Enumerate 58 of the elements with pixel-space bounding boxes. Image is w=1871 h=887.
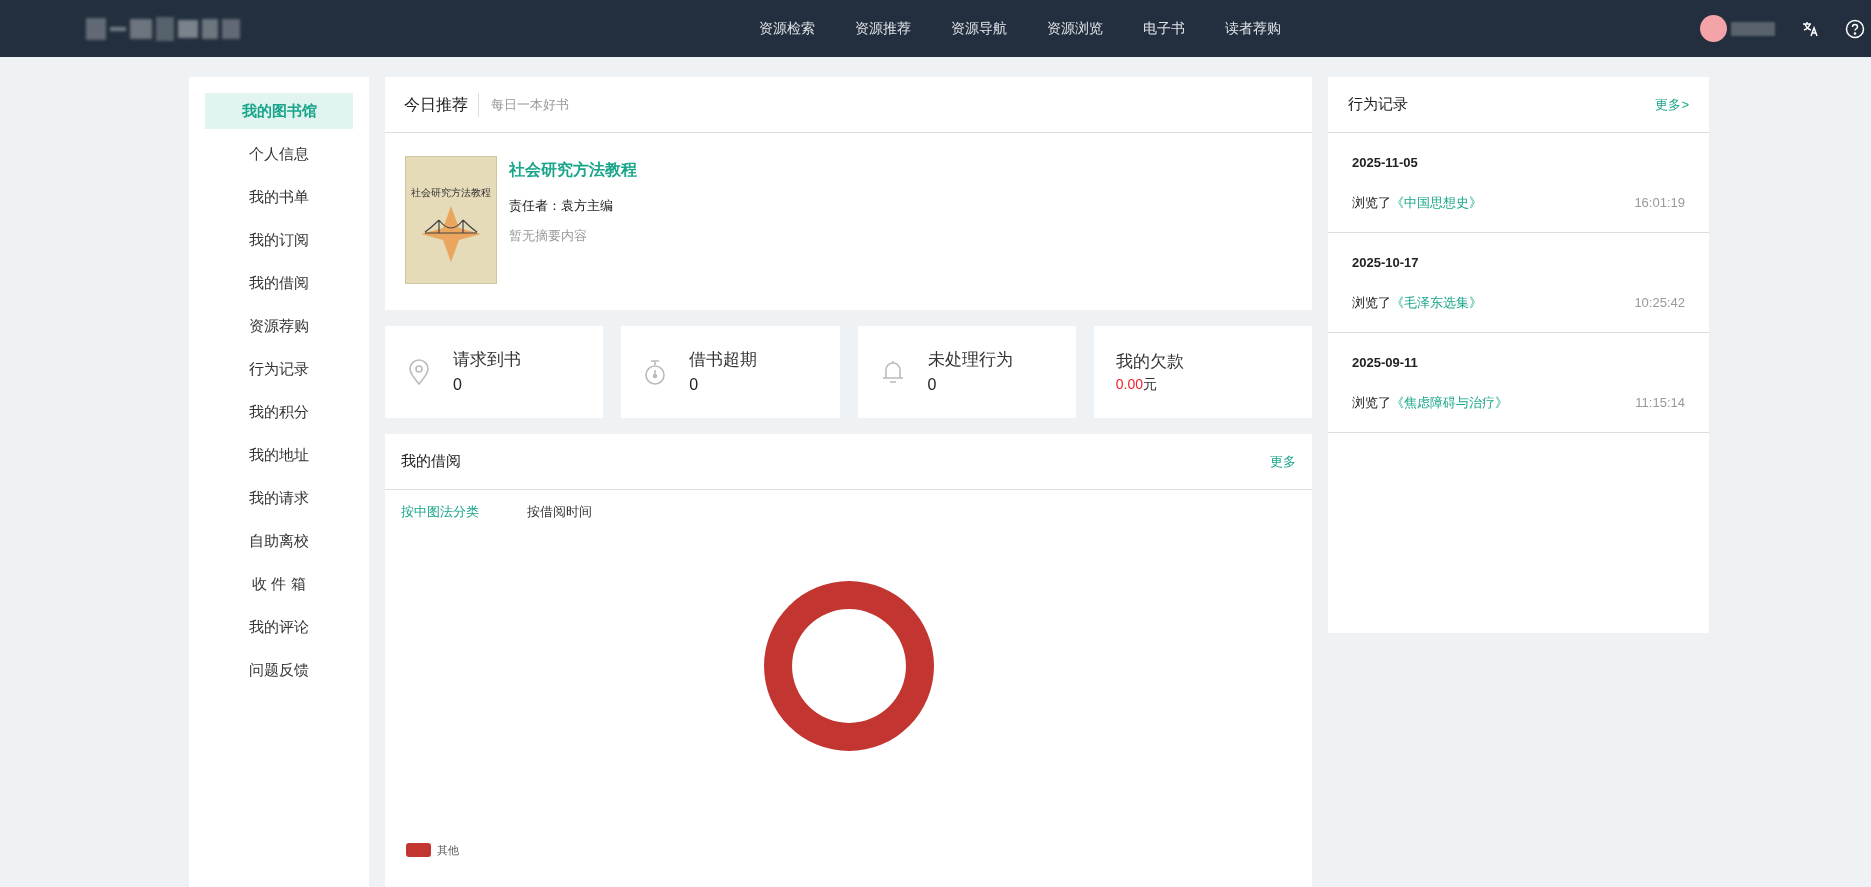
nav-link[interactable]: 资源检索 bbox=[759, 18, 815, 39]
record-date: 2025-09-11 bbox=[1352, 354, 1419, 372]
location-pin-icon bbox=[407, 358, 431, 386]
nav-link[interactable]: 资源浏览 bbox=[1047, 18, 1103, 39]
sidebar-item[interactable]: 自助离校 bbox=[205, 523, 353, 559]
stat-label: 未处理行为 bbox=[927, 349, 1013, 372]
sidebar-item[interactable]: 收 件 箱 bbox=[205, 566, 353, 602]
stat-card[interactable]: 借书超期 0 bbox=[621, 326, 840, 418]
legend-swatch[interactable] bbox=[406, 842, 431, 857]
stat-card[interactable]: 我的欠款 0.00元 bbox=[1093, 326, 1312, 418]
card-title: 行为记录 bbox=[1348, 94, 1408, 115]
nav-link[interactable]: 读者荐购 bbox=[1225, 18, 1281, 39]
record-entry: 浏览了《焦虑障碍与治疗》 bbox=[1352, 393, 1508, 412]
stopwatch-icon bbox=[643, 358, 668, 386]
nav-link[interactable]: 电子书 bbox=[1143, 18, 1185, 39]
username-icon bbox=[1731, 21, 1775, 36]
card-title: 我的借阅 bbox=[401, 451, 461, 472]
tab[interactable]: 按借阅时间 bbox=[527, 502, 592, 522]
sidebar-item[interactable]: 我的订阅 bbox=[205, 222, 353, 258]
stat-label: 借书超期 bbox=[689, 349, 758, 372]
sidebar-item[interactable]: 问题反馈 bbox=[205, 652, 353, 688]
cover-title: 社会研究方法教程 bbox=[411, 186, 491, 200]
stat-value: 0 bbox=[689, 374, 700, 395]
stat-label: 我的欠款 bbox=[1115, 350, 1184, 373]
card-title: 今日推荐 bbox=[404, 92, 479, 117]
record-time: 11:15:14 bbox=[1635, 393, 1685, 412]
sidebar-item[interactable]: 我的评论 bbox=[205, 609, 353, 645]
legend-label[interactable]: 其他 bbox=[437, 841, 459, 858]
nav-link[interactable]: 资源导航 bbox=[951, 18, 1007, 39]
avatar-icon[interactable] bbox=[1700, 15, 1727, 42]
record-time: 10:25:42 bbox=[1634, 293, 1685, 312]
sidebar-item[interactable]: 我的书单 bbox=[205, 179, 353, 215]
book-author: 责任者：袁方主编 bbox=[509, 197, 614, 215]
sidebar-item[interactable]: 我的积分 bbox=[205, 394, 353, 430]
book-summary: 暂无摘要内容 bbox=[509, 226, 588, 245]
stat-value: 0 bbox=[453, 374, 463, 395]
sidebar-item[interactable]: 我的借阅 bbox=[205, 265, 353, 301]
book-cover[interactable]: 社会研究方法教程 bbox=[405, 156, 497, 284]
sidebar-item[interactable]: 我的请求 bbox=[205, 480, 353, 516]
record-date: 2025-11-05 bbox=[1352, 154, 1419, 172]
record-date: 2025-10-17 bbox=[1352, 254, 1420, 272]
stat-card[interactable]: 请求到书 0 bbox=[385, 326, 604, 418]
logo-icon bbox=[86, 16, 240, 41]
stat-value: 0 bbox=[927, 374, 938, 395]
record-entry: 浏览了《中国思想史》 bbox=[1352, 193, 1482, 212]
stat-card[interactable]: 未处理行为 0 bbox=[857, 326, 1076, 418]
nav-link[interactable]: 资源推荐 bbox=[855, 18, 911, 39]
record-time: 16:01:19 bbox=[1634, 193, 1685, 212]
help-icon[interactable] bbox=[1845, 18, 1865, 39]
sidebar-item[interactable]: 行为记录 bbox=[205, 351, 353, 387]
stat-label: 请求到书 bbox=[453, 349, 521, 372]
translate-icon[interactable] bbox=[1801, 19, 1819, 38]
sidebar-item[interactable]: 个人信息 bbox=[205, 136, 353, 172]
sidebar-item[interactable]: 资源荐购 bbox=[205, 308, 353, 344]
stat-value: 0.00元 bbox=[1115, 375, 1158, 395]
sidebar-item[interactable]: 我的地址 bbox=[205, 437, 353, 473]
bridge-drawing bbox=[421, 206, 481, 262]
record-entry: 浏览了《毛泽东选集》 bbox=[1352, 293, 1482, 312]
